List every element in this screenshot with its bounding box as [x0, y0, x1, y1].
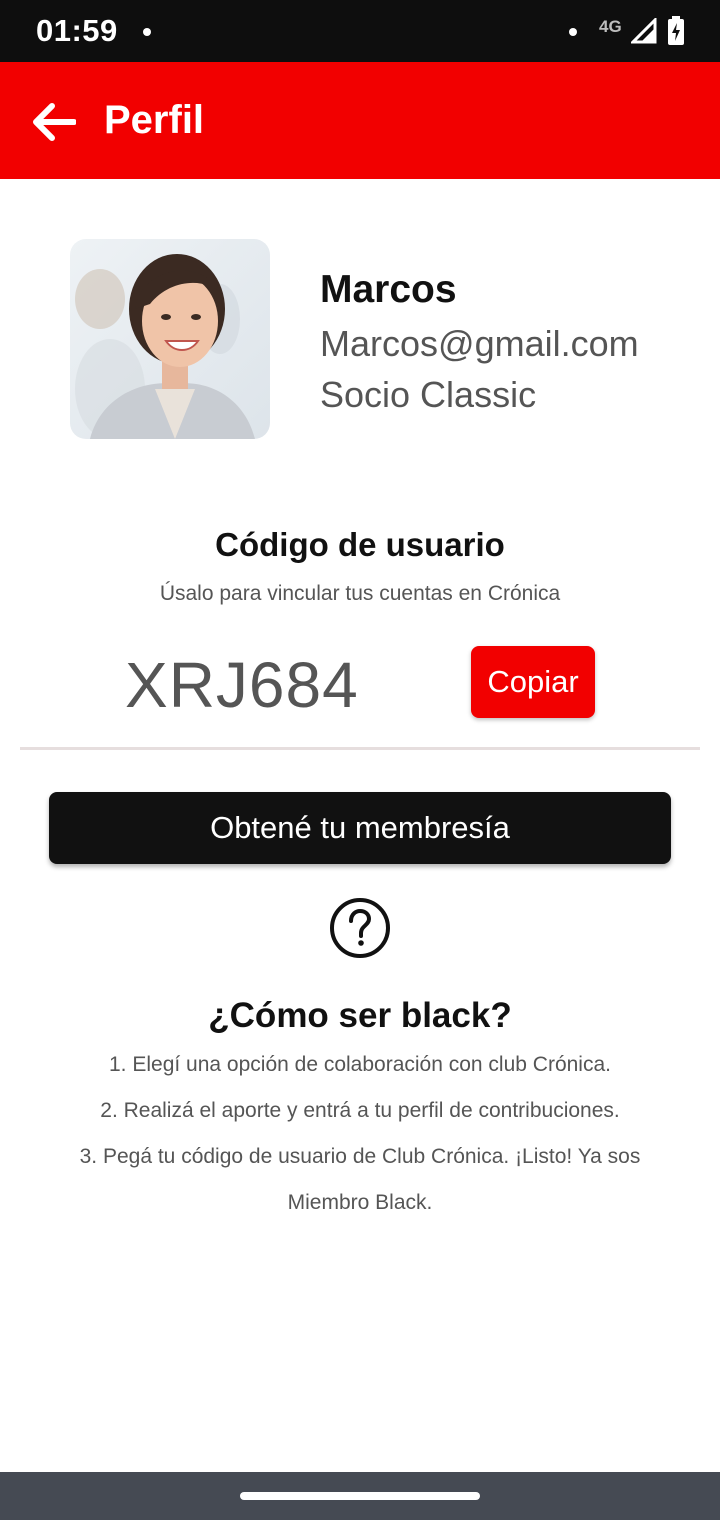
help-title: ¿Cómo ser black?	[208, 996, 512, 1035]
user-code-title: Código de usuario	[215, 526, 505, 563]
membership-plan: Socio Classic	[320, 374, 537, 415]
arrow-left-icon	[33, 103, 76, 141]
copy-button[interactable]: Copiar	[471, 646, 595, 718]
network-type: 4G	[599, 17, 622, 36]
page-title: Perfil	[104, 98, 205, 142]
help-steps: 1. Elegí una opción de colaboración con …	[40, 1042, 680, 1226]
help-step: 2. Realizá el aporte y entrá a tu perfil…	[100, 1099, 620, 1122]
user-code-value: XRJ684	[125, 649, 359, 721]
battery-charging-icon	[668, 16, 684, 45]
signal-icon	[631, 18, 657, 44]
profile-name: Marcos	[320, 268, 457, 311]
help-step: 3. Pegá tu código de usuario de Club Cró…	[79, 1145, 641, 1214]
status-bar: 01:59 4G	[0, 0, 720, 62]
divider	[20, 747, 700, 750]
question-circle-icon	[330, 898, 390, 958]
home-gesture-handle[interactable]	[240, 1492, 480, 1500]
get-membership-button[interactable]: Obtené tu membresía	[49, 792, 671, 864]
user-code-subtitle: Úsalo para vincular tus cuentas en Cróni…	[159, 582, 561, 605]
back-button[interactable]	[26, 95, 80, 149]
app-bar: Perfil	[0, 62, 720, 179]
avatar	[70, 239, 270, 439]
system-nav-bar	[0, 1472, 720, 1520]
help-step: 1. Elegí una opción de colaboración con …	[109, 1053, 611, 1076]
status-time: 01:59	[36, 13, 118, 48]
profile-email: Marcos@gmail.com	[320, 323, 639, 364]
notification-dot-icon	[569, 28, 577, 36]
notification-dot-icon	[143, 28, 151, 36]
